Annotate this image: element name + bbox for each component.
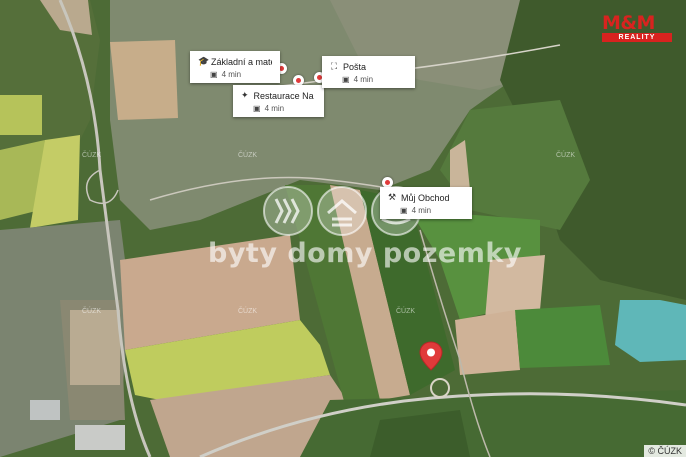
- map-view[interactable]: ČÚZK ČÚZK ČÚZK ČÚZK ČÚZK ČÚZK byty domy …: [0, 0, 686, 457]
- car-icon: ▣: [210, 70, 218, 79]
- source-mark: ČÚZK: [238, 308, 258, 315]
- poi-time: 4 min: [221, 70, 242, 79]
- source-mark: ČÚZK: [396, 308, 416, 315]
- poi-name: Můj Obchod: [401, 192, 450, 203]
- shop-icon: ⚒: [388, 192, 397, 202]
- car-icon: ▣: [400, 206, 408, 215]
- poi-card-restaurant[interactable]: ✦ Restaurace Na Sc... ▣ 4 min: [233, 85, 324, 117]
- poi-name: Pošta: [343, 61, 367, 72]
- poi-name: Restaurace Na Sc...: [253, 90, 316, 101]
- poi-time: 4 min: [411, 206, 432, 215]
- post-office-icon: ⛶: [330, 61, 338, 71]
- map-copyright: © ČÚZK: [644, 445, 686, 457]
- brand-logo-top: M&M: [602, 12, 655, 34]
- car-icon: ▣: [253, 104, 261, 113]
- poi-time: 4 min: [353, 75, 374, 84]
- school-icon: 🎓: [198, 56, 210, 66]
- watermark-text: byty domy pozemky: [208, 238, 522, 269]
- poi-name: Základní a mateř...: [211, 56, 272, 67]
- source-mark: ČÚZK: [556, 152, 576, 159]
- restaurant-icon: ✦: [241, 90, 249, 100]
- car-icon: ▣: [342, 75, 350, 84]
- brand-logo-bottom: REALITY: [602, 33, 672, 42]
- poi-card-shop[interactable]: ⚒ Můj Obchod ▣ 4 min: [380, 187, 472, 219]
- source-mark: ČÚZK: [82, 152, 102, 159]
- source-mark: ČÚZK: [238, 152, 258, 159]
- poi-card-school[interactable]: 🎓 Základní a mateř... ▣ 4 min: [190, 51, 280, 83]
- poi-card-post[interactable]: ⛶ Pošta ▣ 4 min: [322, 56, 415, 88]
- source-mark: ČÚZK: [82, 308, 102, 315]
- brand-logo: M&M REALITY: [602, 13, 672, 47]
- poi-time: 4 min: [264, 104, 285, 113]
- property-location-pin[interactable]: [419, 341, 443, 371]
